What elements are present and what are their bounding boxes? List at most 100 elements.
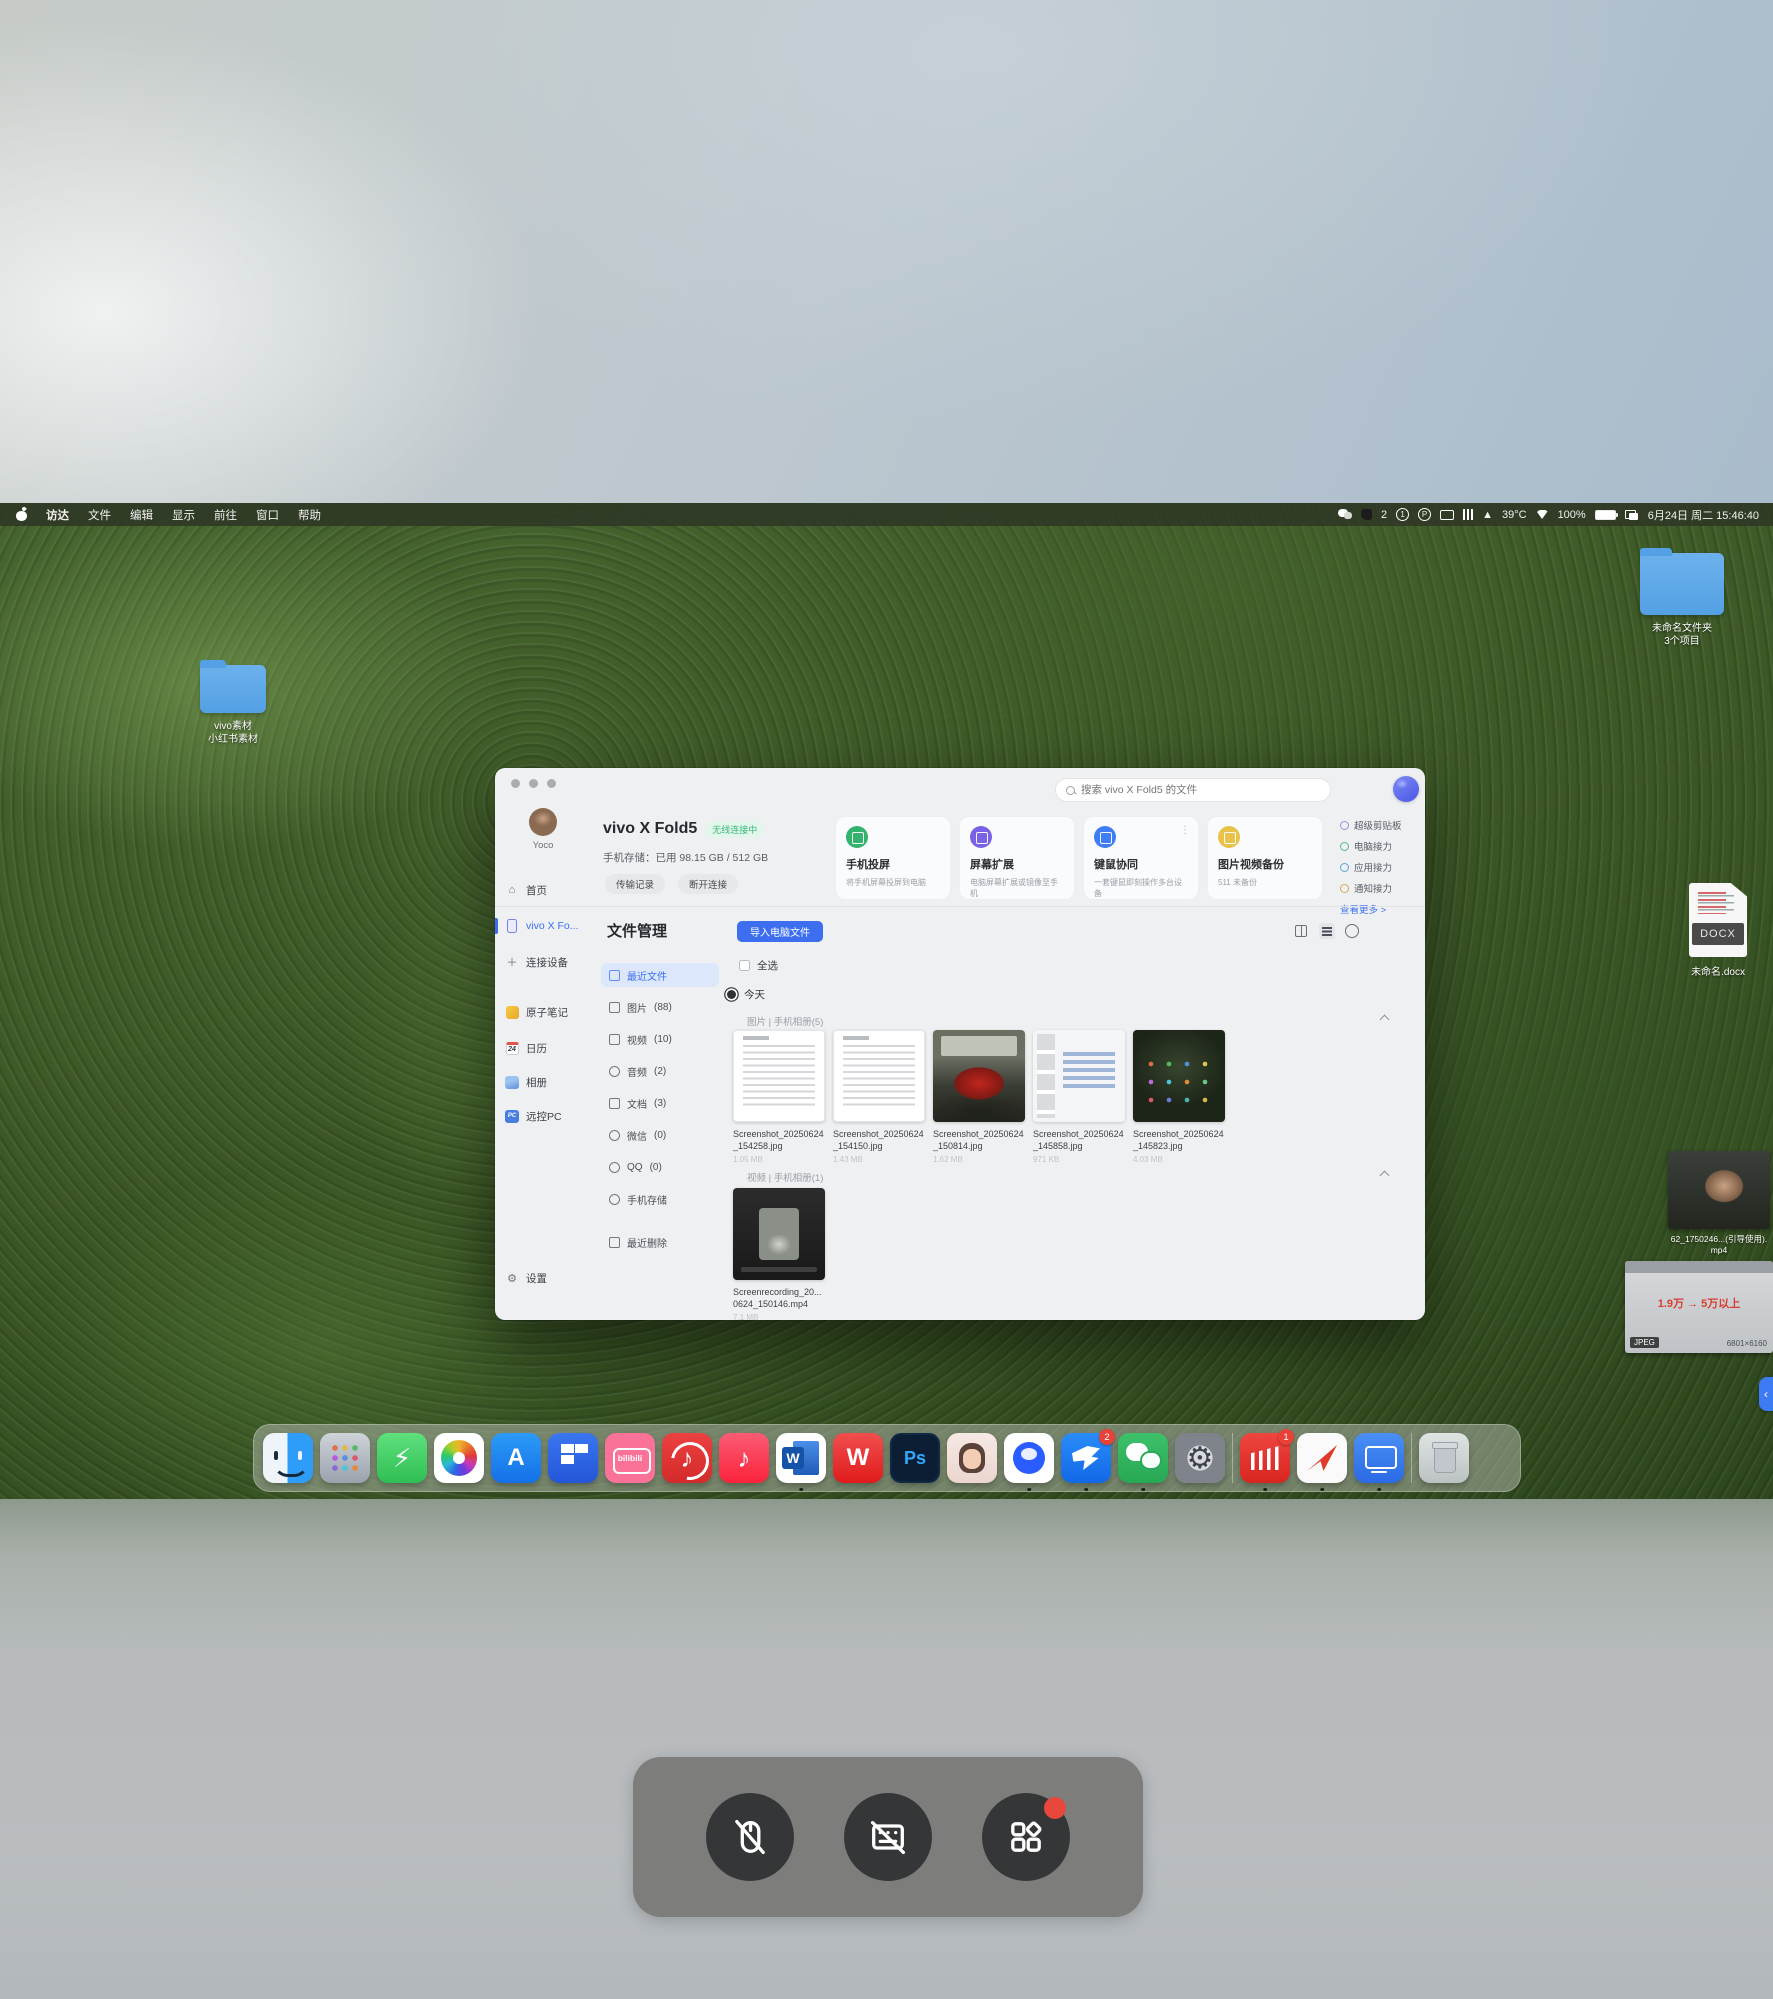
file-item[interactable]: Screenshot_20250624_150814.jpg 1.62 MB: [933, 1030, 1025, 1164]
dock-dingtalk[interactable]: 2: [1061, 1433, 1111, 1483]
sidebar-item-notes[interactable]: 原子笔记: [505, 1000, 587, 1024]
refresh-icon[interactable]: [1345, 924, 1359, 938]
screen-mirroring-icon[interactable]: [1625, 510, 1639, 520]
menu-file[interactable]: 文件: [88, 507, 111, 523]
menu-window[interactable]: 窗口: [256, 507, 279, 523]
dock-avatar-app[interactable]: [947, 1433, 997, 1483]
menu-go[interactable]: 前往: [214, 507, 237, 523]
columns-status-icon[interactable]: [1463, 509, 1473, 520]
menu-view[interactable]: 显示: [172, 507, 195, 523]
edge-collapse-tab[interactable]: ‹: [1759, 1377, 1773, 1411]
transfer-history-button[interactable]: 传输记录: [605, 874, 665, 894]
file-item[interactable]: Screenshot_20250624_154258.jpg 1.05 MB: [733, 1030, 825, 1164]
quick-link-notification-relay[interactable]: 通知接力: [1340, 881, 1420, 895]
fm-nav-recent[interactable]: 最近文件: [601, 963, 719, 987]
dock-trash[interactable]: [1419, 1433, 1469, 1483]
quick-link-app-relay[interactable]: 应用接力: [1340, 860, 1420, 874]
mouse-disabled-button[interactable]: [706, 1793, 794, 1881]
sidebar-item-home[interactable]: ⌂ 首页: [505, 878, 587, 902]
dock-bilibili[interactable]: bilibili: [605, 1433, 655, 1483]
select-all-control[interactable]: 全选: [739, 958, 778, 973]
select-all-checkbox[interactable]: [739, 960, 750, 971]
dock-easyshare[interactable]: ⚡: [377, 1433, 427, 1483]
dock-wps[interactable]: W: [833, 1433, 883, 1483]
account-avatar[interactable]: [1393, 776, 1419, 802]
feature-title: 键鼠协同: [1094, 856, 1188, 872]
desktop-wallpaper: 访达 文件 编辑 显示 前往 窗口 帮助 2 1 P ▲ 39°C 100% 6…: [0, 503, 1773, 1499]
fm-nav-documents[interactable]: 文档(3): [601, 1091, 719, 1115]
desktop-video-file[interactable]: 62_1750246...(引导使用).mp4: [1668, 1151, 1770, 1256]
menu-edit[interactable]: 编辑: [130, 507, 153, 523]
window-traffic-lights[interactable]: [511, 779, 556, 788]
sidebar-item-remote-pc[interactable]: PC 远控PC: [505, 1104, 587, 1128]
search-bar[interactable]: [1055, 778, 1331, 802]
search-input[interactable]: [1081, 784, 1320, 796]
sidebar-item-calendar[interactable]: 24 日历: [505, 1036, 587, 1060]
dock-finder[interactable]: [263, 1433, 313, 1483]
apple-menu-icon[interactable]: [16, 508, 27, 521]
fm-nav-phone-storage[interactable]: 手机存储: [601, 1187, 719, 1211]
desktop-folder-untitled[interactable]: 未命名文件夹 3个项目: [1640, 553, 1737, 648]
fm-nav-qq[interactable]: QQ(0): [601, 1155, 719, 1179]
sidebar-item-albums[interactable]: 相册: [505, 1070, 587, 1094]
dock-app-store[interactable]: A: [491, 1433, 541, 1483]
sidebar-item-connect-device[interactable]: ＋ 连接设备: [505, 950, 587, 974]
disconnect-button[interactable]: 断开连接: [678, 874, 738, 894]
collapse-chevron-icon[interactable]: [1381, 1014, 1389, 1022]
menu-bar-clock[interactable]: 6月24日 周二 15:46:40: [1648, 507, 1759, 523]
apps-grid-button[interactable]: [982, 1793, 1070, 1881]
import-files-button[interactable]: 导入电脑文件: [737, 921, 823, 942]
keyboard-disabled-button[interactable]: [844, 1793, 932, 1881]
file-item[interactable]: Screenshot_20250624_145858.jpg 971 KB: [1033, 1030, 1125, 1164]
battery-icon[interactable]: [1595, 510, 1616, 520]
fm-nav-recently-deleted[interactable]: 最近删除: [601, 1230, 719, 1254]
display-status-icon[interactable]: [1440, 510, 1454, 520]
more-vertical-icon[interactable]: ⋮: [1180, 825, 1190, 836]
focus-status-icon[interactable]: [1361, 509, 1372, 520]
dock-netease-music[interactable]: ♪: [662, 1433, 712, 1483]
quick-link-pc-relay[interactable]: 电脑接力: [1340, 839, 1420, 853]
file-item[interactable]: Screenshot_20250624_154150.jpg 1.43 MB: [833, 1030, 925, 1164]
dock-word[interactable]: W: [776, 1433, 826, 1483]
circle-badge-icon[interactable]: 1: [1396, 508, 1409, 521]
dock-vivo-office[interactable]: [1354, 1433, 1404, 1483]
desktop-docx-file[interactable]: DOCX 未命名.docx: [1687, 883, 1749, 978]
dock-apple-music[interactable]: ♪: [719, 1433, 769, 1483]
fm-nav-wechat[interactable]: 微信(0): [601, 1123, 719, 1147]
fm-nav-images[interactable]: 图片(88): [601, 995, 719, 1019]
dock-wechat[interactable]: [1118, 1433, 1168, 1483]
dock-photoshop[interactable]: Ps: [890, 1433, 940, 1483]
desktop-folder-vivo[interactable]: vivo素材 小红书素材: [200, 665, 281, 746]
file-item[interactable]: Screenrecording_20...0624_150146.mp4 7.1…: [733, 1188, 825, 1322]
sidebar-item-device[interactable]: vivo X Fo...: [505, 914, 587, 938]
see-more-link[interactable]: 查看更多 >: [1340, 902, 1420, 916]
today-radio[interactable]: [727, 990, 736, 999]
dock-system-settings[interactable]: ⚙: [1175, 1433, 1225, 1483]
quick-link-clipboard[interactable]: 超级剪贴板: [1340, 818, 1420, 832]
feature-card-screen-cast[interactable]: 手机投屏 将手机屏幕投屏到电脑: [835, 816, 951, 900]
dock-audio-app[interactable]: 1: [1240, 1433, 1290, 1483]
file-item[interactable]: Screenshot_20250624_145823.jpg 4.03 MB: [1133, 1030, 1225, 1164]
grid-view-icon[interactable]: [1293, 923, 1309, 939]
wifi-icon[interactable]: [1536, 510, 1549, 519]
fm-nav-videos[interactable]: 视频(10): [601, 1027, 719, 1051]
desktop-jpeg-file[interactable]: 1.9万 → 5万以上 JPEG 6801×6160: [1625, 1261, 1773, 1353]
chat-status-icon[interactable]: [1338, 509, 1352, 520]
temperature-label[interactable]: 39°C: [1502, 509, 1527, 521]
collapse-chevron-icon[interactable]: [1381, 1170, 1389, 1178]
menu-app-name[interactable]: 访达: [46, 507, 69, 523]
dock-photos[interactable]: [434, 1433, 484, 1483]
feature-card-backup[interactable]: 图片视频备份 511 未备份: [1207, 816, 1323, 900]
dock-launchpad[interactable]: [320, 1433, 370, 1483]
dock-quark-browser[interactable]: [1004, 1433, 1054, 1483]
feature-card-keyboard-mouse[interactable]: ⋮ 键鼠协同 一套键鼠即刻操作多台设备: [1083, 816, 1199, 900]
dock-reader-app[interactable]: [1297, 1433, 1347, 1483]
parallels-icon[interactable]: P: [1418, 508, 1431, 521]
menu-help[interactable]: 帮助: [298, 507, 321, 523]
sidebar-item-settings[interactable]: ⚙ 设置: [505, 1266, 587, 1290]
fm-nav-audio[interactable]: 音频(2): [601, 1059, 719, 1083]
dock-docs-app[interactable]: [548, 1433, 598, 1483]
user-avatar[interactable]: [529, 808, 557, 836]
list-view-icon[interactable]: [1319, 923, 1335, 939]
feature-card-screen-extend[interactable]: 屏幕扩展 电脑屏幕扩展或镜像至手机: [959, 816, 1075, 900]
